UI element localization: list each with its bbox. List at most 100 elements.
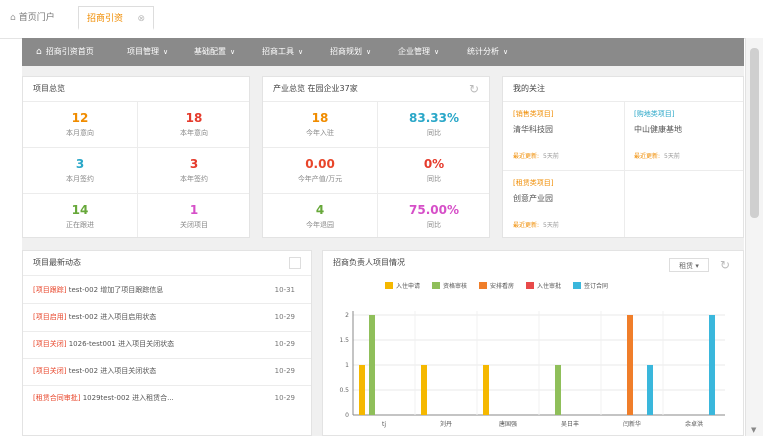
stat-value: 1	[189, 203, 199, 217]
stat-label: 正在跟进	[66, 221, 94, 229]
updated-label: 最近更新:	[513, 222, 540, 229]
project-overview-panel: 项目总览 12 本月意向 18 本年意向 3 本月签约 3 本年签约 14 正在跟进 1 关…	[22, 76, 250, 238]
updated-value: 5天前	[664, 153, 680, 160]
legend-label: 入住审批	[537, 282, 561, 290]
stat-value: 3	[75, 157, 85, 171]
y-tick-label: 0.5	[339, 387, 349, 394]
nav-home-label: 招商引资首页	[45, 47, 94, 56]
news-item[interactable]: [租赁合同审批] 1029test-002 进入租赁合... 10-29	[33, 385, 301, 411]
news-tag: [项目启用]	[33, 313, 67, 321]
news-text: test-002 进入项目关闭状态	[68, 367, 157, 375]
news-tag: [项目跟踪]	[33, 286, 67, 294]
scrollbar-thumb[interactable]	[750, 48, 759, 218]
stat-label: 关闭项目	[180, 221, 208, 229]
favorite-category: [销售类项目]	[513, 110, 554, 118]
stat-value: 14	[71, 203, 89, 217]
x-tick-label: 唐国强	[499, 420, 517, 428]
bar	[709, 315, 715, 415]
nav-home[interactable]: ⌂ 招商引资首页	[36, 38, 94, 66]
favorite-name: 清华科技园	[513, 125, 553, 134]
industry-overview-panel: 产业总览 在园企业37家 ↻ 18 今年入驻 83.33% 同比 0.00 今年产值/…	[262, 76, 490, 238]
updated-label: 最近更新:	[634, 153, 661, 160]
stat-year-signed: 3 本年签约	[137, 157, 251, 184]
news-text: test-002 进入项目启用状态	[68, 313, 157, 321]
bar	[555, 365, 561, 415]
stat-value: 0.00	[305, 157, 335, 171]
stat-exited-yoy: 75.00% 同比	[377, 203, 491, 230]
legend-swatch	[526, 282, 534, 289]
refresh-icon[interactable]: ↻	[467, 82, 481, 96]
nav-statistics[interactable]: 统计分析 ∨	[467, 38, 508, 66]
refresh-icon[interactable]: ↻	[718, 258, 732, 272]
filter-value: 租赁	[679, 262, 694, 270]
stat-value: 12	[71, 111, 89, 125]
news-item[interactable]: [项目启用] test-002 进入项目启用状态 10-29	[33, 304, 301, 330]
stat-entered-this-year: 18 今年入驻	[263, 111, 377, 138]
chevron-down-icon[interactable]: ▼	[751, 426, 756, 434]
legend-label: 资格审核	[443, 282, 467, 290]
close-icon[interactable]: ⊗	[137, 7, 145, 31]
list-icon[interactable]	[289, 257, 301, 269]
favorite-updated: 最近更新: 5天前	[513, 220, 618, 229]
stat-value: 3	[189, 157, 199, 171]
x-tick-label: 吴日丰	[561, 420, 579, 428]
chevron-down-icon: ∨	[163, 48, 169, 56]
stat-label: 今年入驻	[306, 129, 334, 137]
news-date: 10-31	[274, 286, 295, 294]
chevron-down-icon: ∨	[366, 48, 372, 56]
updated-label: 最近更新:	[513, 153, 540, 160]
favorite-item[interactable]: [租赁类项目] 创意产业园 最近更新: 5天前	[513, 178, 618, 229]
news-text: 1029test-002 进入租赁合...	[82, 394, 174, 402]
news-tag: [项目关闭]	[33, 340, 67, 348]
favorite-item[interactable]: [购地类项目] 中山健康基地 最近更新: 5天前	[634, 109, 739, 160]
tab-investment[interactable]: 招商引资 ⊗	[78, 6, 154, 30]
bar	[369, 315, 375, 415]
news-date: 10-29	[274, 394, 295, 402]
stat-following: 14 正在跟进	[23, 203, 137, 230]
nav-planning[interactable]: 招商规划 ∨	[330, 38, 371, 66]
nav-label: 招商工具	[262, 47, 294, 56]
tab-home-portal[interactable]: ⌂ 首页门户	[10, 6, 55, 30]
legend-label: 入住申请	[396, 282, 420, 290]
stat-value: 18	[185, 111, 203, 125]
legend-swatch	[479, 282, 487, 289]
bar	[421, 365, 427, 415]
favorite-item[interactable]: [销售类项目] 清华科技园 最近更新: 5天前	[513, 109, 618, 160]
legend-label: 签订合同	[584, 282, 608, 290]
y-tick-label: 1.5	[339, 337, 349, 344]
stat-value: 83.33%	[409, 111, 459, 125]
nav-tools[interactable]: 招商工具 ∨	[262, 38, 303, 66]
nav-project-management[interactable]: 项目管理 ∨	[127, 38, 168, 66]
tab-label: 首页门户	[18, 13, 55, 23]
tab-bar: ⌂ 首页门户 招商引资 ⊗	[0, 0, 763, 39]
stat-exited-this-year: 4 今年退园	[263, 203, 377, 230]
bar	[359, 365, 365, 415]
filter-select[interactable]: 租赁 ▾	[669, 258, 709, 272]
chevron-down-icon: ∨	[298, 48, 304, 56]
stat-entered-yoy: 83.33% 同比	[377, 111, 491, 138]
x-tick-label: 闫新华	[623, 420, 641, 428]
tab-label: 招商引资	[87, 14, 124, 24]
news-text: test-002 增加了项目跟踪信息	[68, 286, 164, 294]
y-tick-label: 0	[345, 412, 349, 419]
nav-basic-config[interactable]: 基础配置 ∨	[194, 38, 235, 66]
stat-label: 本月意向	[66, 129, 94, 137]
news-item[interactable]: [项目关闭] test-002 进入项目关闭状态 10-29	[33, 358, 301, 384]
favorite-category: [购地类项目]	[634, 110, 675, 118]
vertical-scrollbar[interactable]: ▼	[745, 38, 763, 436]
chevron-down-icon: ∨	[434, 48, 440, 56]
bar	[647, 365, 653, 415]
nav-enterprise[interactable]: 企业管理 ∨	[398, 38, 439, 66]
dashboard: 项目总览 12 本月意向 18 本年意向 3 本月签约 3 本年签约 14 正在跟进 1关…	[22, 66, 744, 436]
nav-label: 项目管理	[127, 47, 159, 56]
nav-label: 招商规划	[330, 47, 362, 56]
legend-label: 安排看房	[490, 282, 514, 290]
x-tick-label: 余卓洪	[685, 420, 703, 428]
news-item[interactable]: [项目关闭] 1026-test001 进入项目关闭状态 10-29	[33, 331, 301, 357]
stat-closed: 1 关闭项目	[137, 203, 251, 230]
stat-label: 本月签约	[66, 175, 94, 183]
panel-title: 招商负责人项目情况	[333, 258, 405, 267]
news-item[interactable]: [项目跟踪] test-002 增加了项目跟踪信息 10-31	[33, 277, 301, 303]
stat-label: 本年意向	[180, 129, 208, 137]
favorite-name: 中山健康基地	[634, 125, 682, 134]
